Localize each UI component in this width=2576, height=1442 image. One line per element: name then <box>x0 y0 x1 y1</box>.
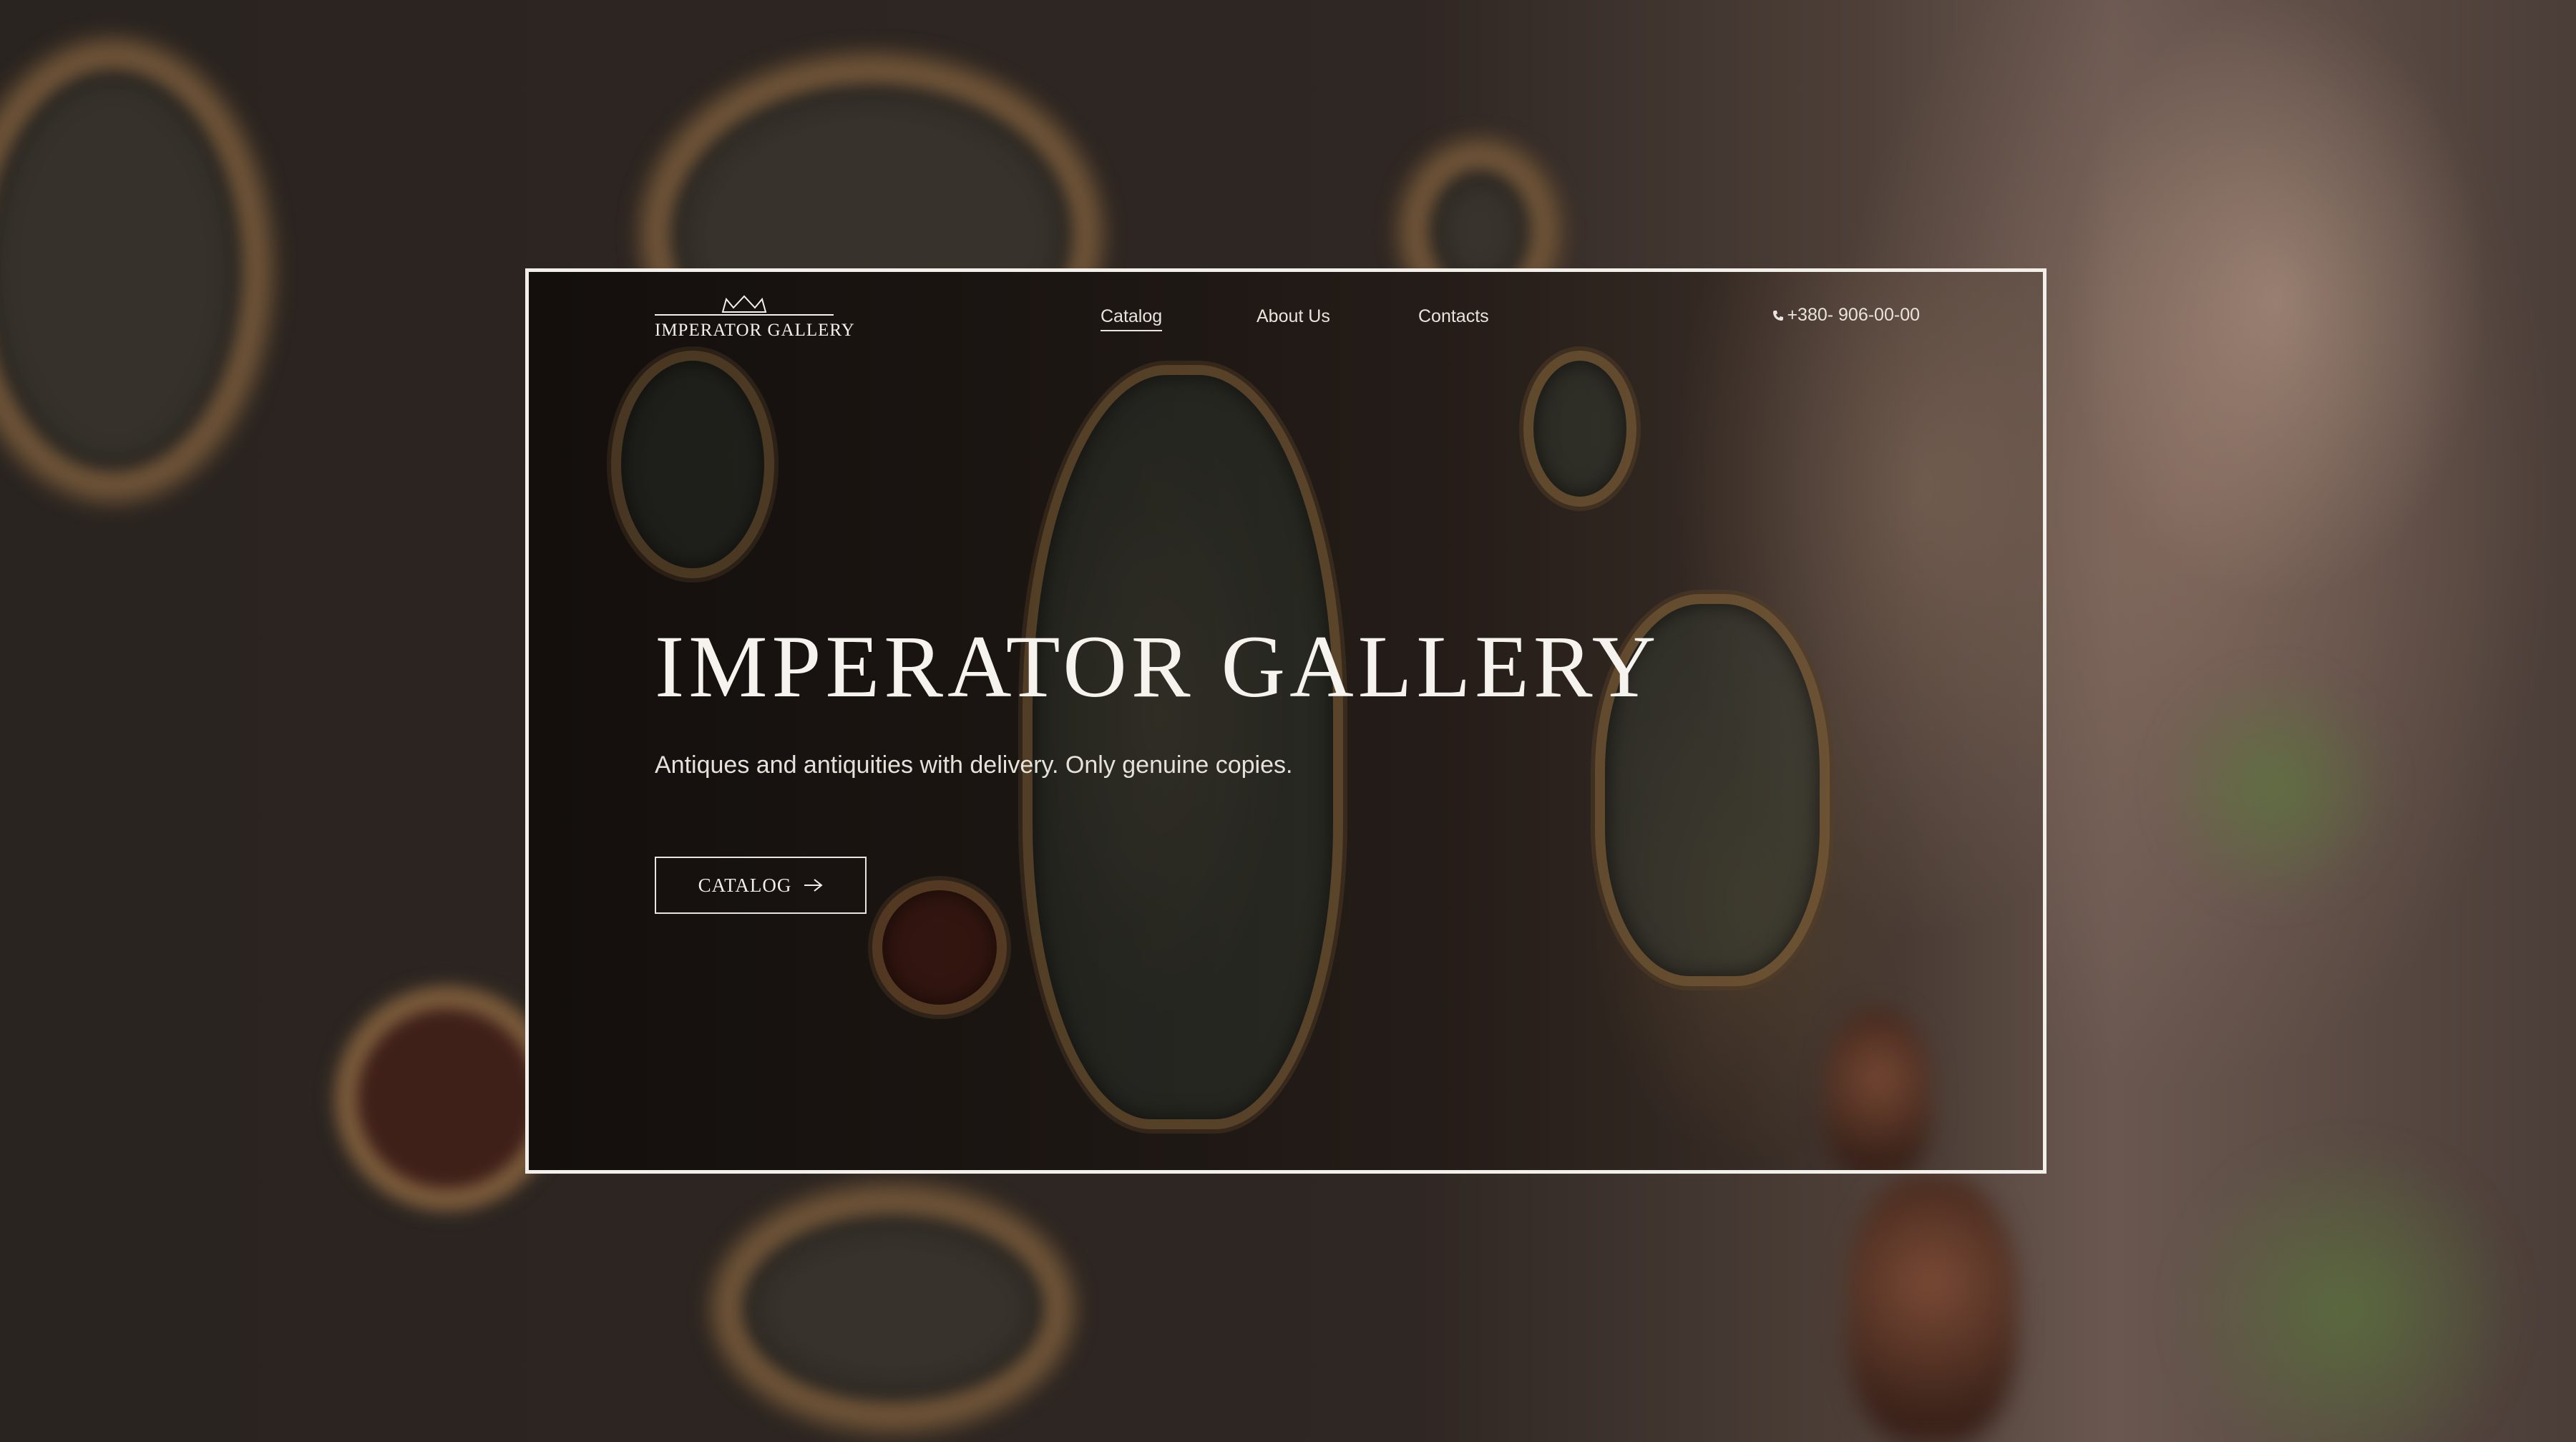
hero-card: IMPERATOR GALLERY Catalog About Us Conta… <box>525 268 2046 1174</box>
catalog-button[interactable]: CATALOG <box>655 857 867 914</box>
hero-subtitle: Antiques and antiquities with delivery. … <box>655 751 1293 779</box>
dark-overlay <box>529 272 2043 1170</box>
phone-link[interactable]: +380- 906-00-00 <box>1772 305 1920 326</box>
phone-icon <box>1773 310 1784 321</box>
background-mirror <box>716 1188 1070 1428</box>
nav-item-contacts[interactable]: Contacts <box>1418 306 1489 327</box>
background-plant <box>2161 1145 2533 1442</box>
phone-number: +380- 906-00-00 <box>1787 305 1920 325</box>
background-mirror <box>0 43 269 498</box>
background-scene: IMPERATOR GALLERY Catalog About Us Conta… <box>0 0 2576 1442</box>
catalog-button-label: CATALOG <box>698 874 792 896</box>
background-figurine <box>1846 1174 2018 1442</box>
nav-item-catalog[interactable]: Catalog <box>1101 306 1163 331</box>
hero-title: IMPERATOR GALLERY <box>655 618 1661 716</box>
arrow-right-icon <box>804 879 824 892</box>
background-plant <box>2161 658 2390 916</box>
nav-item-about-us[interactable]: About Us <box>1257 306 1330 327</box>
